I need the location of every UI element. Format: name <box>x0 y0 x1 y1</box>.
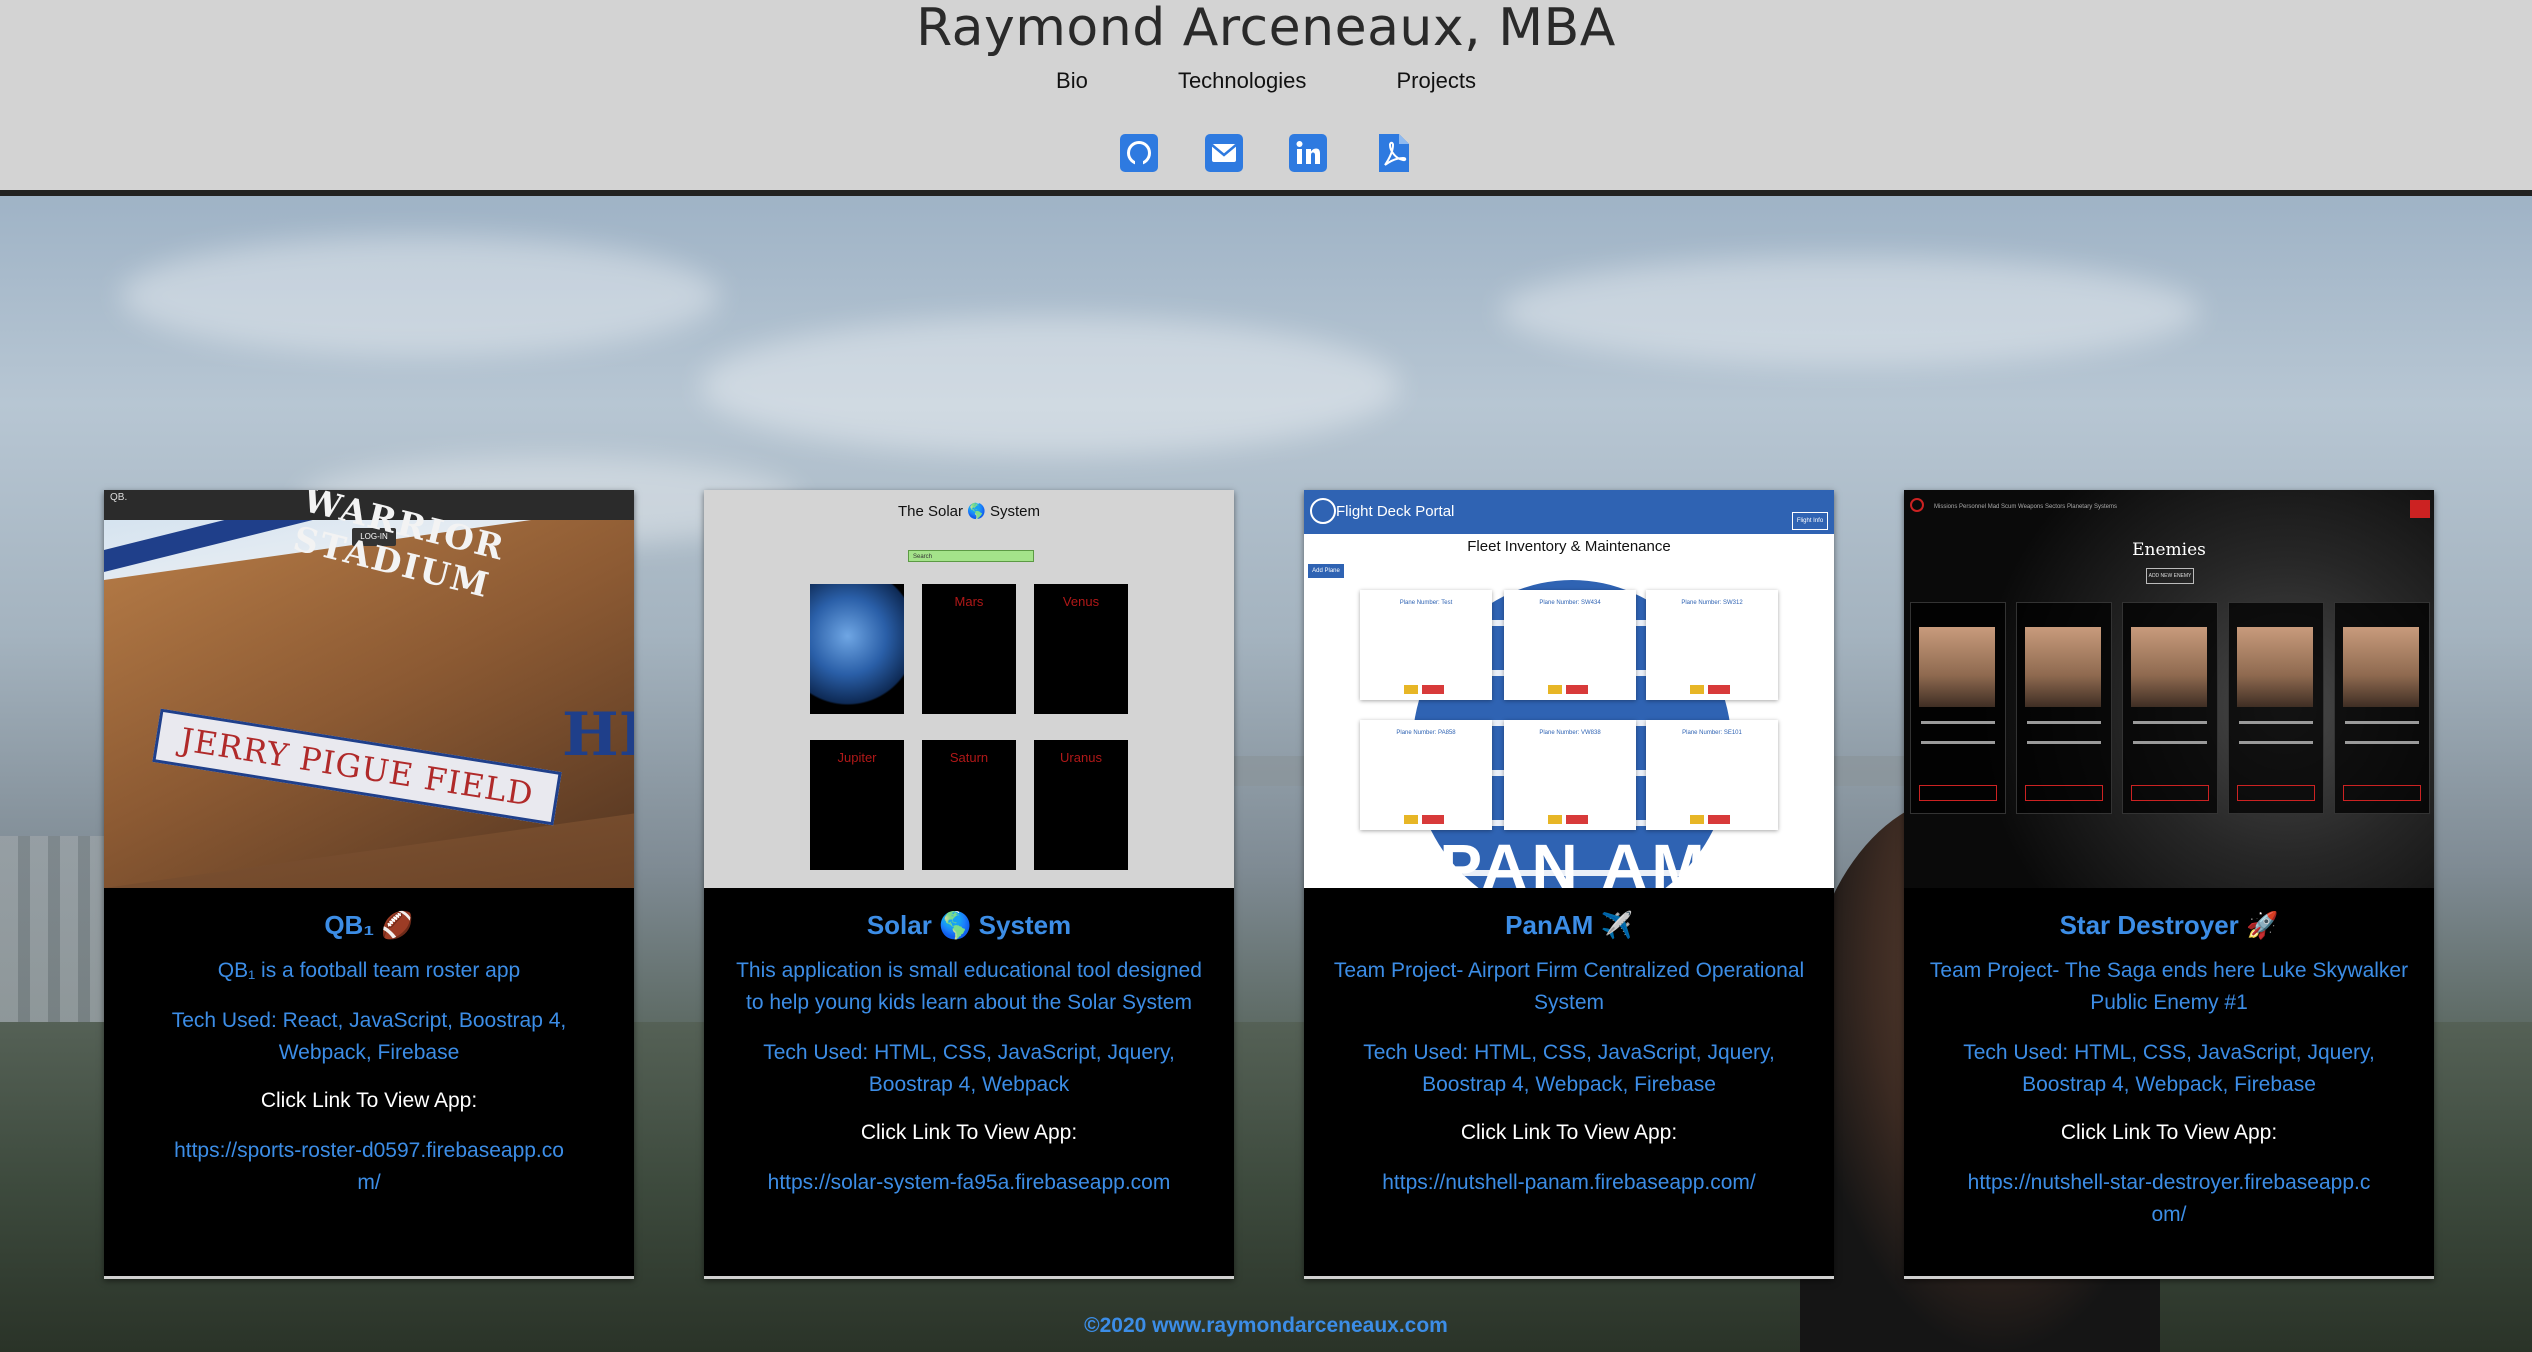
screenshot-logo-mark: HL <box>562 700 634 770</box>
card-description: This application is small educational to… <box>736 959 1202 1014</box>
app-link[interactable]: https://nutshell-star-destroyer.firebase… <box>1964 1167 2374 1231</box>
plane-card: Plane Number: SW434 <box>1504 590 1636 700</box>
nav-projects[interactable]: Projects <box>1397 68 1476 94</box>
planet-card: Jupiter <box>810 740 904 870</box>
enemy-card <box>2334 602 2430 814</box>
site-title: Raymond Arceneaux, MBA <box>916 0 1616 58</box>
globe-logo-icon <box>1310 498 1336 524</box>
card-title: PanAM ✈️ <box>1505 910 1633 940</box>
nav-bio[interactable]: Bio <box>1056 68 1088 94</box>
github-icon[interactable] <box>1119 132 1159 174</box>
project-card-solar-system: The Solar 🌎 System Search Mars Venus Jup… <box>704 490 1234 1279</box>
pdf-resume-icon[interactable] <box>1373 132 1413 174</box>
card-tech: Tech Used: React, JavaScript, Boostrap 4… <box>171 1009 567 1064</box>
card-click-label: Click Link To View App: <box>260 1089 478 1112</box>
enemy-card <box>2228 602 2324 814</box>
card-tech: Tech Used: HTML, CSS, JavaScript, Jquery… <box>763 1041 1175 1096</box>
project-screenshot: QB. LOG-IN WARRIOR STADIUM JERRY PIGUE F… <box>104 490 634 888</box>
screenshot-navbar: Missions Personnel Mad Scum Weapons Sect… <box>1934 504 2117 510</box>
social-links <box>0 132 2532 174</box>
card-title: Solar 🌎 System <box>866 910 1072 940</box>
footer-copyright: ©2020 www.raymondarceneaux.com <box>1084 1314 1448 1337</box>
nav-technologies[interactable]: Technologies <box>1178 68 1306 94</box>
enemy-card <box>2122 602 2218 814</box>
card-click-label: Click Link To View App: <box>860 1121 1078 1144</box>
card-tech: Tech Used: HTML, CSS, JavaScript, Jquery… <box>1963 1041 2375 1096</box>
linkedin-icon[interactable] <box>1288 132 1328 174</box>
plane-card: Plane Number: PA858 <box>1360 720 1492 830</box>
earth-image <box>810 584 904 714</box>
enemy-card <box>2016 602 2112 814</box>
project-screenshot: The Solar 🌎 System Search Mars Venus Jup… <box>704 490 1234 888</box>
app-link[interactable]: https://solar-system-fa95a.firebaseapp.c… <box>724 1167 1214 1199</box>
card-body: QB₁ 🏈 QB₁ is a football team roster app … <box>104 888 634 1199</box>
card-title: Star Destroyer 🚀 <box>2059 910 2279 940</box>
screenshot-dropdown: Flight Info <box>1792 512 1828 530</box>
app-link[interactable]: https://nutshell-panam.firebaseapp.com/ <box>1324 1167 1814 1199</box>
project-screenshot: PAN AM Flight Deck Portal Flight Info Fl… <box>1304 490 1834 888</box>
card-title: QB₁ 🏈 <box>324 910 414 940</box>
planet-card: Uranus <box>1034 740 1128 870</box>
planet-card: Venus <box>1034 584 1128 714</box>
project-card-panam: PAN AM Flight Deck Portal Flight Info Fl… <box>1304 490 1834 1279</box>
screenshot-add-button: Add Plane <box>1308 564 1344 578</box>
card-click-label: Click Link To View App: <box>1460 1121 1678 1144</box>
empire-emblem-icon <box>1910 498 1924 512</box>
card-description: Team Project- Airport Firm Centralized O… <box>1333 959 1805 1014</box>
card-body: Star Destroyer 🚀 Team Project- The Saga … <box>1904 888 2434 1231</box>
plane-card: Plane Number: VW838 <box>1504 720 1636 830</box>
screenshot-logo-text: PAN AM <box>1439 831 1709 888</box>
project-card-qb: QB. LOG-IN WARRIOR STADIUM JERRY PIGUE F… <box>104 490 634 1279</box>
plane-card: Plane Number: SW312 <box>1646 590 1778 700</box>
planet-card: Saturn <box>922 740 1016 870</box>
card-body: PanAM ✈️ Team Project- Airport Firm Cent… <box>1304 888 1834 1199</box>
screenshot-logout-button <box>2410 500 2430 518</box>
card-description: QB₁ is a football team roster app <box>217 959 521 982</box>
plane-card: Plane Number: SE101 <box>1646 720 1778 830</box>
screenshot-search: Search <box>908 550 1034 562</box>
planet-card: Mars <box>922 584 1016 714</box>
card-description: Team Project- The Saga ends here Luke Sk… <box>1929 959 2409 1014</box>
screenshot-heading: Fleet Inventory & Maintenance <box>1467 538 1671 555</box>
screenshot-title: The Solar 🌎 System <box>897 503 1041 520</box>
main-nav: Bio Technologies Projects <box>0 68 2532 94</box>
card-tech: Tech Used: HTML, CSS, JavaScript, Jquery… <box>1363 1041 1775 1096</box>
plane-card: Plane Number: Test <box>1360 590 1492 700</box>
card-click-label: Click Link To View App: <box>2060 1121 2278 1144</box>
project-screenshot: Missions Personnel Mad Scum Weapons Sect… <box>1904 490 2434 888</box>
project-card-star-destroyer: Missions Personnel Mad Scum Weapons Sect… <box>1904 490 2434 1279</box>
screenshot-heading: Enemies <box>2132 540 2206 560</box>
screenshot-navbar: Flight Deck Portal <box>1304 490 1834 534</box>
app-link[interactable]: https://sports-roster-d0597.firebaseapp.… <box>164 1135 574 1199</box>
email-icon[interactable] <box>1204 132 1244 174</box>
screenshot-add-button: ADD NEW ENEMY <box>2146 568 2194 584</box>
site-header: Raymond Arceneaux, MBA Bio Technologies … <box>0 0 2532 196</box>
enemy-card <box>1910 602 2006 814</box>
card-body: Solar 🌎 System This application is small… <box>704 888 1234 1199</box>
